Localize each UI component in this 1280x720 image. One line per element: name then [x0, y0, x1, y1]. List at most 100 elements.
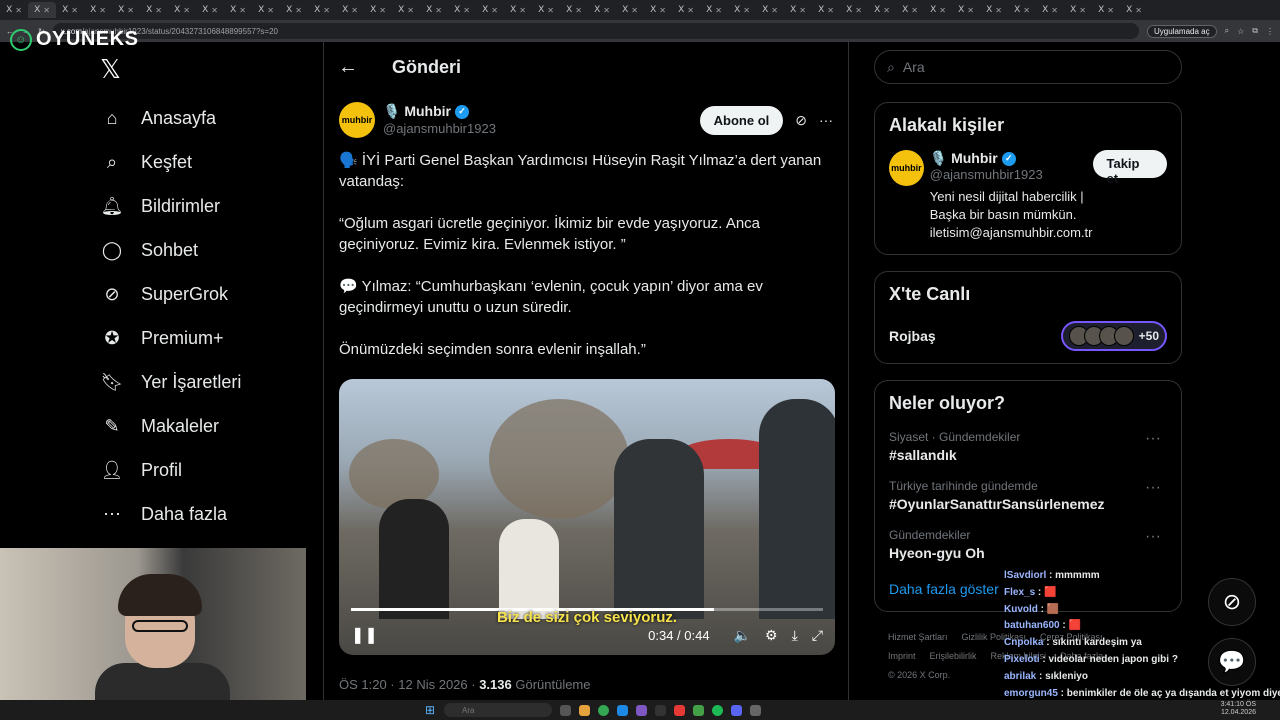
browser-tab[interactable]: X ✕	[756, 2, 784, 18]
trend-more-icon[interactable]: ···	[1145, 528, 1161, 546]
close-tab-icon[interactable]: ✕	[155, 6, 162, 15]
app-icon[interactable]	[655, 704, 666, 716]
app-icon[interactable]	[579, 704, 590, 716]
browser-tab[interactable]: X ✕	[644, 2, 672, 18]
close-tab-icon[interactable]: ✕	[183, 6, 190, 15]
avatar[interactable]: muhbir	[889, 150, 924, 186]
author-display-name[interactable]: 🎙️ Muhbir ✓	[383, 103, 496, 120]
browser-tab[interactable]: X ✕	[448, 2, 476, 18]
close-tab-icon[interactable]: ✕	[827, 6, 834, 15]
browser-tab[interactable]: X ✕	[420, 2, 448, 18]
app-icon[interactable]	[617, 704, 628, 716]
close-tab-icon[interactable]: ✕	[351, 6, 358, 15]
close-tab-icon[interactable]: ✕	[295, 6, 302, 15]
close-tab-icon[interactable]: ✕	[743, 6, 750, 15]
close-tab-icon[interactable]: ✕	[379, 6, 386, 15]
menu-icon[interactable]: ⋮	[1266, 27, 1274, 36]
browser-tab[interactable]: X ✕	[336, 2, 364, 18]
live-space[interactable]: Rojbaş +50	[889, 321, 1167, 351]
close-tab-icon[interactable]: ✕	[15, 6, 22, 15]
close-tab-icon[interactable]: ✕	[575, 6, 582, 15]
close-tab-icon[interactable]: ✕	[631, 6, 638, 15]
browser-tab[interactable]: X ✕	[700, 2, 728, 18]
author-handle[interactable]: @ajansmuhbir1923	[383, 120, 496, 137]
close-tab-icon[interactable]: ✕	[267, 6, 274, 15]
nav-item-more[interactable]: ⋯ Daha fazla	[95, 492, 315, 536]
close-tab-icon[interactable]: ✕	[855, 6, 862, 15]
taskbar-search-input[interactable]	[444, 703, 552, 717]
app-icon[interactable]	[731, 704, 742, 716]
post-timestamp[interactable]: ÖS 1:20 · 12 Nis 2026 ·	[339, 677, 479, 692]
browser-tab[interactable]: X ✕	[504, 2, 532, 18]
close-tab-icon[interactable]: ✕	[1079, 6, 1086, 15]
close-tab-icon[interactable]: ✕	[407, 6, 414, 15]
settings-icon[interactable]: ⚙	[765, 627, 778, 644]
nav-item-chat[interactable]: ◯ Sohbet	[95, 228, 315, 272]
related-handle[interactable]: @ajansmuhbir1923	[930, 167, 1093, 182]
app-icon[interactable]	[750, 704, 761, 716]
nav-item-profile[interactable]: 👤︎ Profil	[95, 448, 315, 492]
nav-item-grok[interactable]: ⊘ SuperGrok	[95, 272, 315, 316]
extensions-icon[interactable]: ⧉	[1252, 26, 1258, 36]
browser-tab[interactable]: X ✕	[364, 2, 392, 18]
browser-tab[interactable]: X ✕	[0, 2, 28, 18]
browser-tab[interactable]: X ✕	[392, 2, 420, 18]
back-arrow-icon[interactable]: ←	[338, 56, 358, 79]
browser-tab[interactable]: X ✕	[252, 2, 280, 18]
close-tab-icon[interactable]: ✕	[995, 6, 1002, 15]
browser-tab[interactable]: X ✕	[616, 2, 644, 18]
video-player[interactable]: Biz de sizi çok seviyoruz. ❚❚ 0:34 / 0:4…	[339, 379, 835, 655]
browser-tab[interactable]: X ✕	[812, 2, 840, 18]
spotify-icon[interactable]	[712, 704, 723, 716]
close-tab-icon[interactable]: ✕	[435, 6, 442, 15]
trend-item[interactable]: Siyaset · Gündemdekiler #sallandık ···	[889, 430, 1167, 463]
fullscreen-icon[interactable]: ⤢	[812, 627, 823, 644]
close-tab-icon[interactable]: ✕	[71, 6, 78, 15]
nav-item-home[interactable]: ⌂ Anasayfa	[95, 96, 315, 140]
close-tab-icon[interactable]: ✕	[715, 6, 722, 15]
close-tab-icon[interactable]: ✕	[1051, 6, 1058, 15]
close-tab-icon[interactable]: ✕	[43, 6, 50, 15]
nav-item-premium[interactable]: ✪ Premium+	[95, 316, 315, 360]
app-icon[interactable]	[560, 704, 571, 716]
footer-link[interactable]: Imprint	[888, 651, 916, 661]
browser-tab[interactable]: X ✕	[924, 2, 952, 18]
app-icon[interactable]	[674, 704, 685, 716]
browser-tab[interactable]: X ✕	[84, 2, 112, 18]
app-icon[interactable]	[636, 704, 647, 716]
close-tab-icon[interactable]: ✕	[239, 6, 246, 15]
related-name[interactable]: 🎙️ Muhbir ✓	[930, 150, 1093, 167]
subscribe-button[interactable]: Abone ol	[699, 105, 784, 135]
browser-tab[interactable]: X ✕	[980, 2, 1008, 18]
close-tab-icon[interactable]: ✕	[1107, 6, 1114, 15]
close-tab-icon[interactable]: ✕	[323, 6, 330, 15]
browser-tab[interactable]: X ✕	[140, 2, 168, 18]
close-tab-icon[interactable]: ✕	[1023, 6, 1030, 15]
close-tab-icon[interactable]: ✕	[127, 6, 134, 15]
open-in-app-badge[interactable]: Uygulamada aç	[1147, 24, 1217, 38]
browser-tab[interactable]: X ✕	[1092, 2, 1120, 18]
close-tab-icon[interactable]: ✕	[547, 6, 554, 15]
browser-tab[interactable]: X ✕	[168, 2, 196, 18]
address-bar[interactable]: x.com /ajansmuhbir1923/status/2043273106…	[52, 23, 1140, 39]
browser-tab[interactable]: X ✕	[896, 2, 924, 18]
live-listeners-pill[interactable]: +50	[1060, 321, 1167, 351]
volume-icon[interactable]: 🔈	[734, 627, 751, 644]
nav-item-search[interactable]: ⌕ Keşfet	[95, 140, 315, 184]
nav-item-bookmark[interactable]: 🔖︎ Yer İşaretleri	[95, 360, 315, 404]
close-tab-icon[interactable]: ✕	[771, 6, 778, 15]
grok-icon[interactable]: ⊘	[795, 112, 807, 129]
follow-button[interactable]: Takip et	[1092, 150, 1167, 186]
browser-tab[interactable]: X ✕	[1036, 2, 1064, 18]
close-tab-icon[interactable]: ✕	[967, 6, 974, 15]
trend-more-icon[interactable]: ···	[1145, 479, 1161, 497]
footer-link[interactable]: © 2026 X Corp.	[888, 670, 950, 680]
close-tab-icon[interactable]: ✕	[463, 6, 470, 15]
close-tab-icon[interactable]: ✕	[687, 6, 694, 15]
browser-tab[interactable]: X ✕	[308, 2, 336, 18]
browser-tab[interactable]: X ✕	[224, 2, 252, 18]
close-tab-icon[interactable]: ✕	[659, 6, 666, 15]
star-icon[interactable]: ☆	[1237, 27, 1244, 36]
pause-icon[interactable]: ❚❚	[351, 625, 378, 645]
browser-tab[interactable]: X ✕	[1064, 2, 1092, 18]
